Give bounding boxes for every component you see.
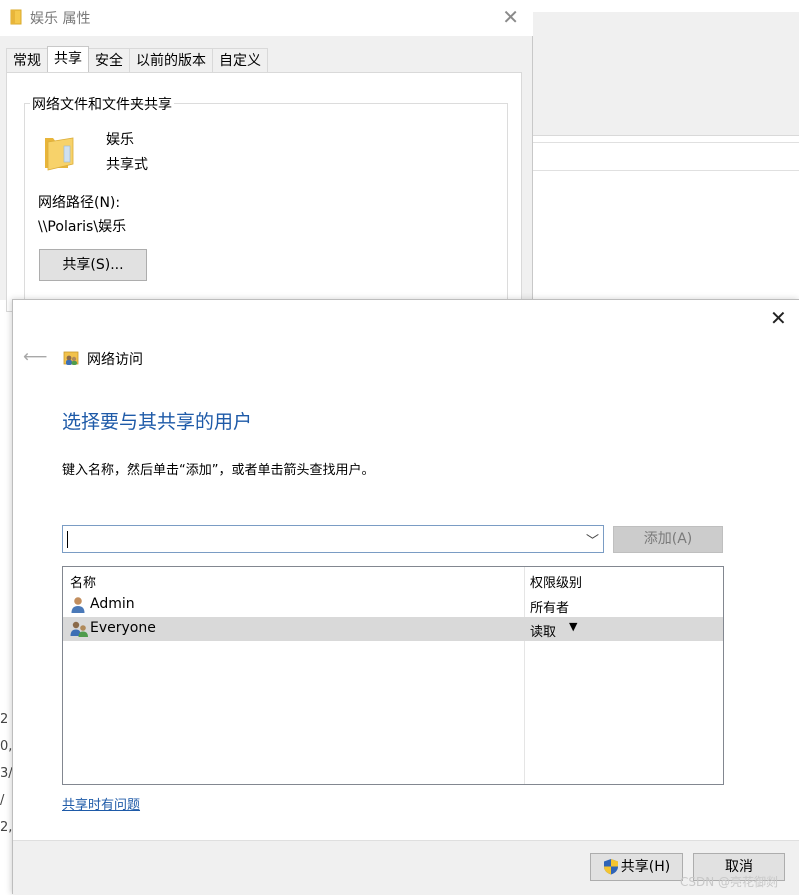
- properties-titlebar: 娱乐 属性 ✕: [0, 0, 533, 36]
- background-divider: [533, 142, 799, 143]
- close-icon[interactable]: ✕: [770, 308, 787, 328]
- shared-folder-icon: [42, 132, 76, 176]
- instruction-text: 键入名称，然后单击“添加”，或者单击箭头查找用户。: [62, 463, 375, 478]
- permission-level[interactable]: 读取: [530, 621, 556, 640]
- user-name-combobox[interactable]: ﹀: [62, 525, 604, 553]
- network-share-icon: [63, 349, 80, 370]
- permission-level: 所有者: [530, 601, 570, 616]
- back-arrow-icon[interactable]: ⟵: [23, 347, 47, 367]
- chevron-down-icon[interactable]: ﹀: [586, 530, 599, 549]
- user-icon: [70, 596, 86, 618]
- tab-previous-versions[interactable]: 以前的版本: [129, 48, 213, 72]
- share-confirm-label: 共享(H): [620, 859, 671, 875]
- column-header-name[interactable]: 名称: [70, 572, 96, 591]
- background-panel: [533, 12, 799, 136]
- group-icon: [70, 620, 89, 642]
- tab-general[interactable]: 常规: [6, 48, 48, 72]
- properties-window: 娱乐 属性 ✕ 常规 共享 安全 以前的版本 自定义 网络文件和文件夹共享 娱乐…: [0, 0, 533, 312]
- folder-name: 娱乐: [106, 132, 134, 148]
- share-status: 共享式: [106, 157, 148, 173]
- user-permission-list: 名称 权限级别 Admin 所有者 Everyone 读取 ▼: [62, 566, 724, 785]
- nav-title: 网络访问: [87, 352, 143, 368]
- group-label: 网络文件和文件夹共享: [30, 94, 174, 114]
- network-path-value: \\Polaris\娱乐: [38, 219, 127, 235]
- tab-customize[interactable]: 自定义: [212, 48, 268, 72]
- page-title: 选择要与其共享的用户: [62, 411, 253, 433]
- share-button[interactable]: 共享(S)...: [39, 249, 147, 281]
- background-area: [533, 0, 799, 12]
- close-icon[interactable]: ✕: [502, 7, 519, 27]
- properties-title: 娱乐 属性: [30, 11, 91, 27]
- tab-sharing[interactable]: 共享: [47, 46, 89, 72]
- list-item[interactable]: Admin 所有者: [63, 593, 723, 617]
- column-header-permission[interactable]: 权限级别: [530, 572, 582, 591]
- network-access-dialog: ✕ ⟵ 网络访问 选择要与其共享的用户 键入名称，然后单击“添加”，或者单击箭头…: [12, 299, 799, 895]
- add-button[interactable]: 添加(A): [613, 526, 723, 553]
- uac-shield-icon: [603, 858, 619, 884]
- list-header: 名称 权限级别: [63, 567, 723, 593]
- tab-security[interactable]: 安全: [88, 48, 130, 72]
- list-item[interactable]: Everyone 读取 ▼: [63, 617, 723, 641]
- tab-bar: 常规 共享 安全 以前的版本 自定义: [6, 46, 268, 72]
- user-name: Admin: [90, 596, 135, 612]
- folder-icon: [10, 9, 22, 29]
- share-confirm-button[interactable]: 共享(H): [590, 853, 683, 881]
- background-divider: [533, 170, 799, 171]
- text-caret: [67, 531, 68, 548]
- sharing-help-link[interactable]: 共享时有问题: [62, 794, 140, 813]
- network-path-label: 网络路径(N):: [38, 195, 121, 211]
- dropdown-arrow-icon[interactable]: ▼: [569, 620, 577, 633]
- watermark: CSDN @亮花御剡: [680, 875, 779, 889]
- user-name: Everyone: [90, 620, 156, 636]
